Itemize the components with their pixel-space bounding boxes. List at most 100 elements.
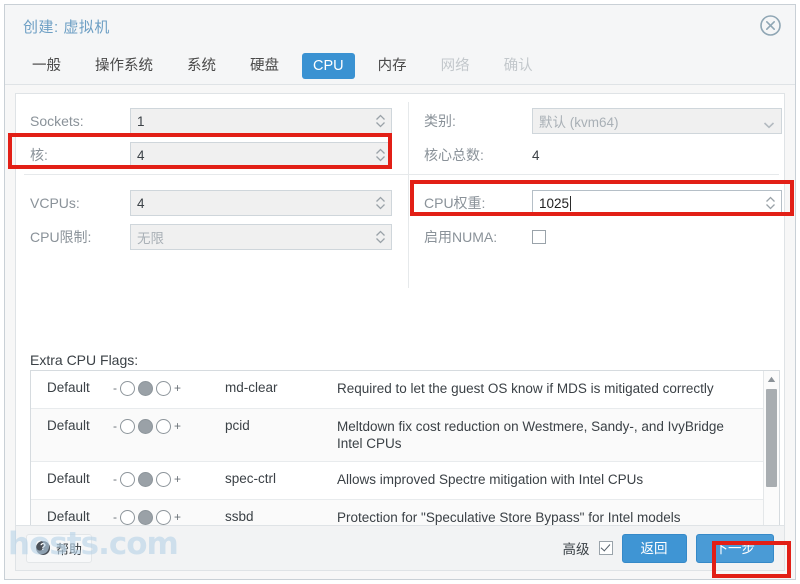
dialog-title: 创建: 虚拟机 [23,19,110,36]
flag-option-default[interactable] [138,381,153,396]
field-cpu-units: CPU权重: 1025 [424,190,784,216]
cpu-form: Sockets: 1 核: 4 VCPUs: 4 CPU限制: 无限 类别: 默… [16,94,784,299]
tab-system[interactable]: 系统 [176,53,227,79]
flag-option-on[interactable] [156,472,171,487]
cpu-type-value: 默认 (kvm64) [539,115,619,130]
field-sockets: Sockets: 1 [30,108,400,134]
vcpus-spinner[interactable] [375,195,386,211]
flag-row: Default - + spec-ctrl Allows improved Spectr… [31,462,779,500]
next-button[interactable]: 下一步 [695,533,774,563]
tab-cpu[interactable]: CPU [302,52,355,79]
field-enable-numa: 启用NUMA: [424,224,784,250]
advanced-label: 高级 [562,542,590,557]
close-icon[interactable] [758,13,783,38]
footer-actions: 高级 返回 下一步 [562,533,774,563]
cores-input[interactable]: 4 [130,142,392,168]
sockets-value: 1 [137,113,145,129]
tab-bar: 一般 操作系统 系统 硬盘 CPU 内存 网络 确认 [5,47,795,85]
cpu-limit-spinner[interactable] [375,229,386,245]
cpu-limit-label: CPU限制: [30,229,92,245]
tab-general[interactable]: 一般 [21,53,72,79]
flag-option-default[interactable] [138,510,153,525]
flag-default-label: Default [47,418,90,433]
flag-description: Allows improved Spectre mitigation with … [337,472,644,487]
group-divider [24,174,779,175]
extra-cpu-flags-list: Default - + md-clear Required to let the gue… [30,370,780,525]
sockets-spinner[interactable] [375,113,386,129]
flag-option-default[interactable] [138,419,153,434]
flag-plus-label: + [174,471,182,486]
question-mark-icon: ? [36,541,50,555]
flag-state-selector[interactable]: - + [113,509,225,525]
flag-option-off[interactable] [120,472,135,487]
cores-label: 核: [30,147,48,163]
enable-numa-label: 启用NUMA: [424,229,498,245]
vcpus-value: 4 [137,195,145,211]
flag-minus-label: - [113,380,117,395]
total-cores-value: 4 [532,147,540,163]
tab-network: 网络 [440,57,470,74]
back-button[interactable]: 返回 [621,533,687,563]
field-cpu-type: 类别: 默认 (kvm64) [424,108,784,134]
field-cpu-limit: CPU限制: 无限 [30,224,400,250]
flag-plus-label: + [174,380,182,395]
flag-option-on[interactable] [156,381,171,396]
cpu-settings-panel: Sockets: 1 核: 4 VCPUs: 4 CPU限制: 无限 类别: 默… [15,93,785,525]
flag-rows-container: Default - + md-clear Required to let the gue… [31,371,779,525]
flag-option-off[interactable] [120,510,135,525]
advanced-checkbox[interactable] [598,541,613,555]
cpu-units-label: CPU权重: [424,195,486,211]
flag-row: Default - + md-clear Required to let the gue… [31,371,779,409]
cpu-units-input[interactable]: 1025 [532,190,782,216]
flag-default-label: Default [47,380,90,395]
screenshot-root: 创建: 虚拟机 一般 操作系统 系统 硬盘 CPU 内存 网络 确认 Socke… [0,0,800,584]
flag-option-off[interactable] [120,381,135,396]
flags-scrollbar[interactable] [763,371,779,525]
vcpus-input[interactable]: 4 [130,190,392,216]
cpu-limit-input[interactable]: 无限 [130,224,392,250]
flag-option-on[interactable] [156,510,171,525]
flag-minus-label: - [113,471,117,486]
help-button[interactable]: ? 帮助 [26,533,93,563]
dialog-titlebar: 创建: 虚拟机 [5,5,795,47]
flag-minus-label: - [113,509,117,524]
vcpus-label: VCPUs: [30,195,80,211]
sockets-label: Sockets: [30,113,84,129]
flag-description: Meltdown fix cost reduction on Westmere,… [337,419,724,451]
tab-os[interactable]: 操作系统 [84,53,164,79]
flag-option-default[interactable] [138,472,153,487]
scrollbar-thumb[interactable] [766,389,777,487]
flag-state-selector[interactable]: - + [113,471,225,487]
enable-numa-checkbox[interactable] [532,230,546,244]
scroll-up-icon[interactable] [764,372,779,387]
flag-name: pcid [225,418,250,433]
cpu-type-select[interactable]: 默认 (kvm64) [532,108,782,134]
flag-description: Required to let the guest OS know if MDS… [337,381,714,396]
sockets-input[interactable]: 1 [130,108,392,134]
chevron-down-icon[interactable] [763,117,775,129]
tab-confirm: 确认 [503,57,533,74]
flag-option-off[interactable] [120,419,135,434]
flag-name: ssbd [225,509,254,524]
flag-default-label: Default [47,509,90,524]
cpu-units-spinner[interactable] [765,195,776,211]
field-cores: 核: 4 [30,142,400,168]
cpu-type-label: 类别: [424,113,456,129]
help-button-label: 帮助 [56,541,83,557]
flag-option-on[interactable] [156,419,171,434]
column-divider [408,102,409,288]
cores-spinner[interactable] [375,147,386,163]
cpu-limit-value: 无限 [137,231,164,246]
field-total-cores: 核心总数: 4 [424,142,784,168]
text-caret [570,195,572,211]
tab-memory[interactable]: 内存 [367,53,418,79]
create-vm-dialog: 创建: 虚拟机 一般 操作系统 系统 硬盘 CPU 内存 网络 确认 Socke… [4,4,796,580]
flag-state-selector[interactable]: - + [113,380,225,396]
field-vcpus: VCPUs: 4 [30,190,400,216]
flag-default-label: Default [47,471,90,486]
flag-description: Protection for "Speculative Store Bypass… [337,510,681,525]
tab-disk[interactable]: 硬盘 [239,53,290,79]
flag-row: Default - + pcid Meltdown fix cost reduction… [31,409,779,462]
flag-state-selector[interactable]: - + [113,418,225,434]
dialog-footer: ? 帮助 高级 返回 下一步 [15,525,785,571]
